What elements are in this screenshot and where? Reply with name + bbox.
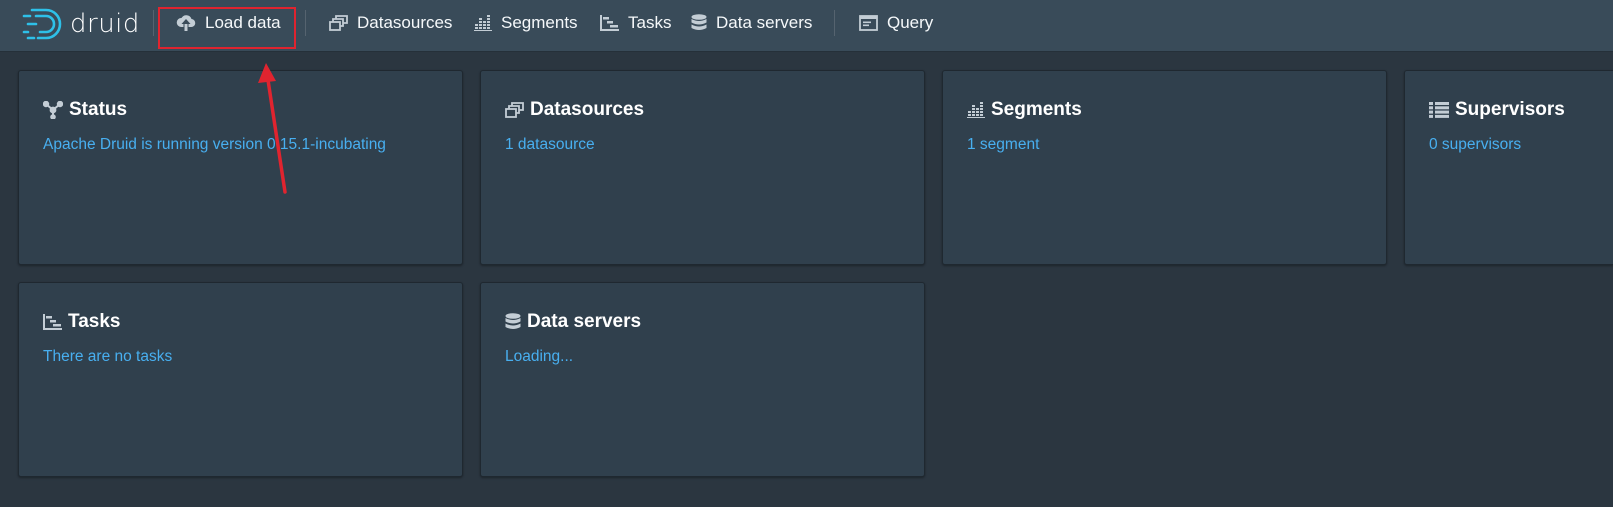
card-data-servers[interactable]: Data servers Loading... [480,282,925,477]
card-status-title-text: Status [69,99,128,120]
logo-text: druid [70,9,140,39]
card-segments-text[interactable]: 1 segment [967,136,1039,154]
nav-query[interactable]: Query [859,8,933,38]
card-segments[interactable]: Segments 1 segment [942,70,1387,265]
card-data-servers-title: Data servers [505,311,641,333]
query-icon [859,15,878,31]
card-datasources[interactable]: Datasources 1 datasource [480,70,925,265]
nav-data-servers[interactable]: Data servers [691,8,812,38]
card-tasks-title: Tasks [43,311,120,333]
database-icon [505,312,521,329]
nav-segments[interactable]: Segments [474,8,578,38]
card-datasources-title-text: Datasources [530,99,645,120]
card-status-text[interactable]: Apache Druid is running version 0.15.1-i… [43,136,386,154]
nav-tasks-label: Tasks [628,13,672,32]
database-icon [691,13,707,30]
nav-divider [834,10,835,36]
card-segments-title-text: Segments [991,99,1082,120]
card-segments-title: Segments [967,99,1082,121]
card-tasks[interactable]: Tasks There are no tasks [18,282,463,477]
nav-data-servers-label: Data servers [716,13,813,32]
card-data-servers-text[interactable]: Loading... [505,348,573,366]
nav-datasources[interactable]: Datasources [329,8,452,38]
status-graph-icon [43,101,63,119]
druid-logo[interactable]: druid [22,4,140,44]
annotation-highlight-box [158,7,296,49]
supervisors-icon [1429,102,1449,118]
card-datasources-text[interactable]: 1 datasource [505,136,595,154]
card-supervisors-title: Supervisors [1429,99,1565,121]
card-supervisors-title-text: Supervisors [1455,99,1565,120]
segments-icon [967,102,985,118]
nav-datasources-label: Datasources [357,13,453,32]
nav-divider [153,10,154,36]
datasources-icon [505,102,524,118]
card-status[interactable]: Status Apache Druid is running version 0… [18,70,463,265]
card-status-title: Status [43,99,127,121]
top-navbar: druid Load data Datasources Segments Tas… [0,0,1613,52]
nav-query-label: Query [887,13,934,32]
card-datasources-title: Datasources [505,99,644,121]
druid-logo-icon [22,8,62,40]
nav-divider [305,10,306,36]
datasources-icon [329,15,348,31]
nav-tasks[interactable]: Tasks [600,8,671,38]
card-tasks-text[interactable]: There are no tasks [43,348,172,366]
card-tasks-title-text: Tasks [68,311,121,332]
tasks-icon [43,314,62,330]
segments-icon [474,15,492,31]
card-supervisors[interactable]: Supervisors 0 supervisors [1404,70,1613,265]
nav-segments-label: Segments [501,13,578,32]
card-data-servers-title-text: Data servers [527,311,642,332]
card-supervisors-text[interactable]: 0 supervisors [1429,136,1521,154]
tasks-icon [600,15,619,31]
